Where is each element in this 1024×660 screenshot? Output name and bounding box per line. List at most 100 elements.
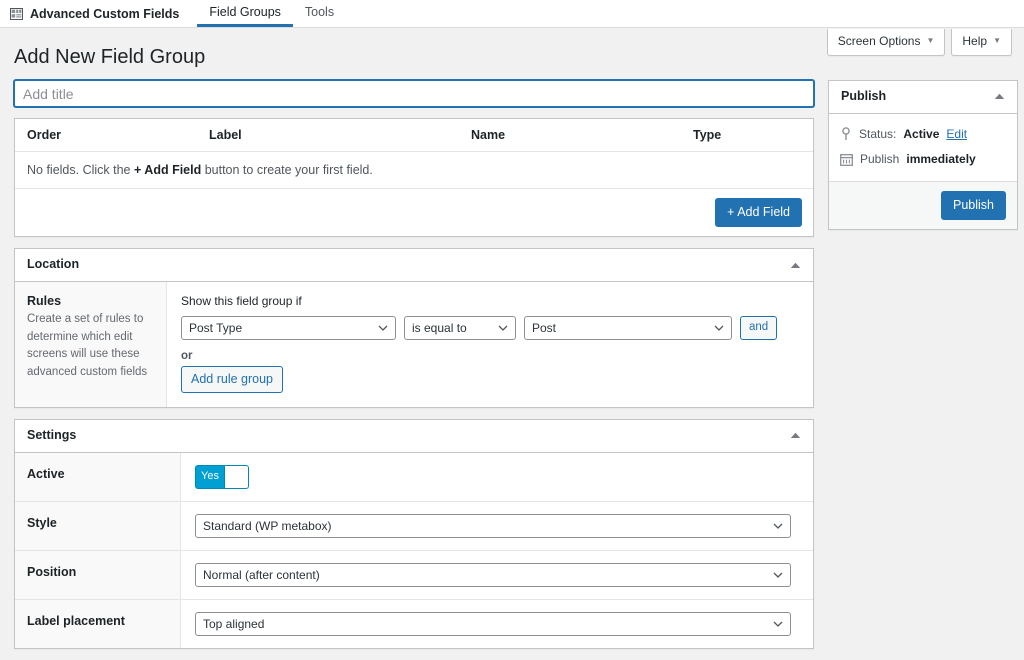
settings-panel-title: Settings bbox=[27, 427, 76, 445]
setting-row-active: Active Yes bbox=[15, 453, 813, 502]
rule-operator-value: is equal to bbox=[412, 321, 467, 335]
rule-value-text: Post bbox=[532, 321, 556, 335]
setting-label-position: Position bbox=[15, 551, 181, 599]
chevron-down-icon bbox=[773, 613, 783, 635]
admin-wrap: Add New Field Group Order Label Name Typ… bbox=[0, 28, 1024, 660]
screen-options-button[interactable]: Screen Options ▼ bbox=[827, 29, 946, 56]
setting-field-position: Normal (after content) bbox=[181, 551, 813, 599]
chevron-down-icon bbox=[773, 564, 783, 586]
chevron-down-icon bbox=[498, 317, 508, 339]
add-field-button[interactable]: + Add Field bbox=[715, 198, 802, 227]
chevron-up-icon[interactable] bbox=[787, 257, 803, 273]
publish-panel-header: Publish bbox=[829, 81, 1017, 114]
label-placement-select-value: Top aligned bbox=[203, 617, 264, 631]
screen-options-label: Screen Options bbox=[838, 33, 921, 50]
calendar-icon bbox=[840, 153, 853, 166]
publish-panel-title: Publish bbox=[841, 88, 886, 106]
active-toggle[interactable]: Yes bbox=[195, 465, 249, 489]
setting-label-active: Active bbox=[15, 453, 181, 501]
empty-state-prefix: No fields. Click the bbox=[27, 163, 134, 177]
acf-grid-logo-icon bbox=[10, 8, 23, 20]
rule-row: Post Type is equal to bbox=[181, 316, 799, 340]
publish-panel: Publish bbox=[828, 80, 1018, 230]
help-button[interactable]: Help ▼ bbox=[951, 29, 1012, 56]
publish-status-value: Active bbox=[903, 125, 939, 144]
publish-button[interactable]: Publish bbox=[941, 191, 1006, 220]
title-wrap bbox=[14, 80, 814, 107]
acf-admin-header: Advanced Custom Fields Field Groups Tool… bbox=[0, 0, 1024, 28]
rule-operator-select[interactable]: is equal to bbox=[404, 316, 516, 340]
fields-panel: Order Label Name Type No fields. Click t… bbox=[14, 118, 814, 237]
active-toggle-label: Yes bbox=[196, 471, 224, 482]
caret-down-icon: ▼ bbox=[993, 37, 1001, 45]
column-header-name: Name bbox=[459, 119, 681, 152]
location-panel-header: Location bbox=[15, 249, 813, 282]
rule-param-select[interactable]: Post Type bbox=[181, 316, 396, 340]
field-group-title-input[interactable] bbox=[14, 80, 814, 107]
chevron-up-icon[interactable] bbox=[787, 428, 803, 444]
setting-field-label-placement: Top aligned bbox=[181, 600, 813, 648]
tab-field-groups[interactable]: Field Groups bbox=[197, 0, 293, 27]
rules-description: Create a set of rules to determine which… bbox=[27, 311, 152, 382]
rules-heading: Rules bbox=[27, 294, 152, 308]
publish-status-label: Status: bbox=[859, 125, 896, 144]
publish-status-line: Status: Active Edit bbox=[840, 122, 1006, 147]
position-select[interactable]: Normal (after content) bbox=[195, 563, 791, 587]
rule-param-value: Post Type bbox=[189, 321, 242, 335]
location-panel: Location Rules Create a set of rules to … bbox=[14, 248, 814, 408]
help-label: Help bbox=[962, 33, 987, 50]
fields-table: Order Label Name Type No fields. Click t… bbox=[15, 119, 813, 189]
side-column: Publish bbox=[828, 80, 1018, 241]
publish-panel-body: Status: Active Edit Publish bbox=[829, 114, 1017, 181]
location-rules-editor: Show this field group if Post Type bbox=[167, 282, 813, 407]
fields-table-head: Order Label Name Type bbox=[15, 119, 813, 152]
setting-row-position: Position Normal (after content) bbox=[15, 551, 813, 600]
position-select-value: Normal (after content) bbox=[203, 568, 320, 582]
settings-panel-header: Settings bbox=[15, 420, 813, 453]
caret-down-icon: ▼ bbox=[926, 37, 934, 45]
settings-panel: Settings Active Yes bbox=[14, 419, 814, 649]
add-rule-group-button[interactable]: Add rule group bbox=[181, 366, 283, 393]
publish-panel-footer: Publish bbox=[829, 181, 1017, 229]
setting-label-label-placement: Label placement bbox=[15, 600, 181, 648]
empty-state-emphasis: + Add Field bbox=[134, 163, 201, 177]
setting-label-style: Style bbox=[15, 502, 181, 550]
content-columns: Order Label Name Type No fields. Click t… bbox=[14, 80, 1012, 660]
screen-meta-links: Screen Options ▼ Help ▼ bbox=[827, 29, 1012, 56]
active-toggle-knob bbox=[224, 466, 248, 488]
setting-field-style: Standard (WP metabox) bbox=[181, 502, 813, 550]
empty-state-suffix: button to create your first field. bbox=[201, 163, 373, 177]
column-header-label: Label bbox=[197, 119, 459, 152]
chevron-up-icon[interactable] bbox=[991, 89, 1007, 105]
setting-field-active: Yes bbox=[181, 453, 813, 501]
chevron-down-icon bbox=[714, 317, 724, 339]
publish-schedule-line: Publish immediately bbox=[840, 147, 1006, 172]
rule-value-select[interactable]: Post bbox=[524, 316, 732, 340]
location-panel-body: Rules Create a set of rules to determine… bbox=[15, 282, 813, 407]
location-rules-info: Rules Create a set of rules to determine… bbox=[15, 282, 167, 407]
column-header-order: Order bbox=[15, 119, 197, 152]
style-select[interactable]: Standard (WP metabox) bbox=[195, 514, 791, 538]
empty-state-row: No fields. Click the + Add Field button … bbox=[15, 152, 813, 189]
chevron-down-icon bbox=[378, 317, 388, 339]
or-label: or bbox=[181, 350, 799, 362]
acf-brand: Advanced Custom Fields bbox=[10, 0, 197, 27]
style-select-value: Standard (WP metabox) bbox=[203, 519, 332, 533]
setting-row-label-placement: Label placement Top aligned bbox=[15, 600, 813, 648]
publish-schedule-label: Publish bbox=[860, 150, 899, 169]
add-and-rule-button[interactable]: and bbox=[740, 316, 777, 340]
label-placement-select[interactable]: Top aligned bbox=[195, 612, 791, 636]
main-column: Order Label Name Type No fields. Click t… bbox=[14, 80, 814, 660]
column-header-type: Type bbox=[681, 119, 813, 152]
fields-panel-footer: + Add Field bbox=[15, 189, 813, 236]
empty-state-message: No fields. Click the + Add Field button … bbox=[15, 152, 813, 189]
show-if-label: Show this field group if bbox=[181, 294, 799, 308]
chevron-down-icon bbox=[773, 515, 783, 537]
edit-status-link[interactable]: Edit bbox=[946, 125, 967, 144]
fields-table-header-row: Order Label Name Type bbox=[15, 119, 813, 152]
fields-table-body: No fields. Click the + Add Field button … bbox=[15, 152, 813, 189]
pin-icon bbox=[840, 127, 852, 141]
location-panel-title: Location bbox=[27, 256, 79, 274]
tab-tools[interactable]: Tools bbox=[293, 0, 346, 27]
publish-schedule-value: immediately bbox=[906, 150, 975, 169]
